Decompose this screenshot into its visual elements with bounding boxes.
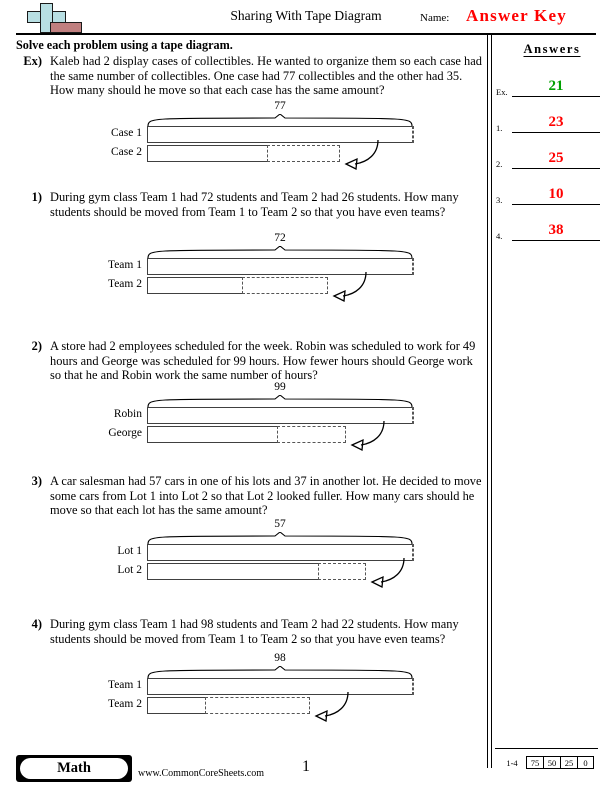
tape-diagram: 98 Team 1 Team 2: [16, 652, 481, 727]
tape-row-1-dashed-segment: [411, 678, 414, 695]
tape-total-label: 99: [274, 381, 286, 393]
tape-row-2-dashed-segment: [277, 426, 346, 443]
answer-row: 3. 10: [496, 174, 604, 205]
tape-brace: [147, 395, 413, 407]
tape-row-2-dashed-segment: [318, 563, 367, 580]
tape-row-2-solid-segment: [147, 277, 244, 294]
tape-row-2-label: Lot 2: [117, 564, 142, 576]
problem-text: Kaleb had 2 display cases of collectible…: [50, 54, 482, 98]
problem-number: 1): [31, 190, 42, 204]
tape-row-2-dashed-segment: [205, 697, 310, 714]
answer-index: 4.: [496, 231, 503, 241]
answer-row: 4. 38: [496, 210, 604, 241]
answers-heading: Answers: [523, 42, 581, 56]
transfer-arrow-icon: [350, 419, 406, 453]
tape-row-1-dashed-segment: [411, 407, 414, 424]
tape-row-1-label: Team 1: [107, 679, 142, 691]
tape-total-label: 72: [274, 232, 286, 244]
tape-row-2-solid-segment: [147, 426, 279, 443]
score-range-label: 1-4: [506, 757, 518, 768]
answer-row: Ex. 21: [496, 66, 604, 97]
answer-blank-line: [512, 96, 600, 97]
score-cell: 75: [526, 756, 543, 769]
tape-row-2: George: [108, 426, 346, 443]
tape-row-1-label: Team 1: [107, 259, 142, 271]
score-cells: 75 50 25 0: [526, 756, 594, 769]
tape-row-1-label: Case 1: [111, 127, 142, 139]
answer-index: 2.: [496, 159, 503, 169]
tape-row-1: Team 1: [108, 678, 414, 695]
tape-diagram: 72 Team 1 Team 2: [16, 232, 481, 307]
tape-row-2-label: Team 2: [107, 278, 142, 290]
answer-row: 1. 23: [496, 102, 604, 133]
score-table: 1-4 75 50 25 0: [498, 756, 594, 769]
problem-number: 3): [31, 474, 42, 488]
answer-blank-line: [512, 168, 600, 169]
tape-row-2-label: George: [108, 427, 142, 439]
problem-text: During gym class Team 1 had 98 students …: [50, 617, 459, 646]
transfer-arrow-icon: [314, 690, 370, 724]
tape-brace: [147, 246, 413, 258]
tape-row-2: Lot 2: [117, 563, 367, 580]
tape-total-label: 98: [274, 652, 286, 664]
transfer-arrow-icon: [332, 270, 388, 304]
tape-row-1-label: Lot 1: [117, 545, 142, 557]
answer-index: Ex.: [496, 87, 508, 97]
instructions-text: Solve each problem using a tape diagram.: [16, 38, 233, 52]
tape-total-label: 57: [274, 518, 286, 530]
tape-row-2-dashed-segment: [241, 277, 328, 294]
tape-row-1-dashed-segment: [411, 258, 414, 275]
tape-row-2-label: Team 2: [107, 698, 142, 710]
column-divider-inner: [491, 35, 492, 768]
answer-row: 2. 25: [496, 138, 604, 169]
tape-row-2-solid-segment: [147, 563, 320, 580]
problem-text: During gym class Team 1 had 72 students …: [50, 190, 459, 219]
footer-divider: [495, 748, 598, 749]
tape-diagram: 99 Robin George: [16, 381, 481, 456]
answer-blank-line: [512, 240, 600, 241]
tape-row-1-label: Robin: [113, 408, 142, 420]
answer-value: 23: [548, 114, 564, 130]
answer-blank-line: [512, 132, 600, 133]
tape-row-2-solid-segment: [147, 697, 207, 714]
transfer-arrow-icon: [344, 138, 400, 172]
tape-row-1-dashed-segment: [411, 126, 414, 143]
problem-text: A car salesman had 57 cars in one of his…: [50, 474, 482, 518]
column-divider-outer: [487, 35, 488, 768]
problem-text: A store had 2 employees scheduled for th…: [50, 339, 476, 383]
problem-number: 4): [31, 617, 42, 631]
answer-value: 25: [548, 150, 564, 166]
score-cell: 0: [577, 756, 594, 769]
score-cell: 25: [560, 756, 577, 769]
tape-brace: [147, 666, 413, 678]
tape-row-2: Team 2: [108, 697, 310, 714]
answer-key-stamp: Answer Key: [466, 6, 567, 25]
answer-index: 3.: [496, 195, 503, 205]
tape-brace: [147, 114, 413, 126]
answer-value: 21: [548, 78, 564, 94]
tape-total-label: 77: [274, 100, 286, 112]
tape-row-2: Team 2: [108, 277, 328, 294]
tape-row-2: Case 2: [111, 145, 341, 162]
tape-row-2-solid-segment: [147, 145, 268, 162]
tape-row-1-solid-segment: [147, 678, 413, 695]
problem-number: 2): [31, 339, 42, 353]
answer-value: 10: [548, 186, 564, 202]
tape-row-2-label: Case 2: [111, 146, 142, 158]
page-header: Sharing With Tape Diagram Name: Answer K…: [0, 0, 612, 36]
header-divider: [16, 33, 596, 35]
transfer-arrow-icon: [370, 556, 426, 590]
tape-diagram: 57 Lot 1 Lot 2: [16, 518, 481, 593]
tape-row-2-dashed-segment: [266, 145, 341, 162]
answer-index: 1.: [496, 123, 503, 133]
score-cell: 50: [543, 756, 560, 769]
tape-brace: [147, 532, 413, 544]
problem-number: Ex): [23, 54, 42, 68]
answer-value: 38: [548, 222, 564, 238]
tape-diagram: 77 Case 1 Case 2: [16, 100, 481, 175]
name-label: Name:: [420, 12, 450, 24]
answer-blank-line: [512, 204, 600, 205]
